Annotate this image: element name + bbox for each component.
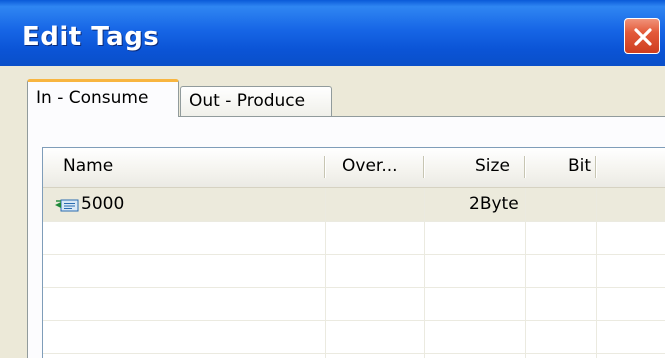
column-header-over[interactable]: Over... (342, 148, 398, 186)
column-header-size[interactable]: Size (475, 148, 510, 186)
title-bar[interactable]: Edit Tags (0, 0, 665, 66)
close-button[interactable] (624, 18, 660, 54)
edit-tags-dialog: Edit Tags In - Consume Out - Produce Nam… (0, 0, 665, 358)
column-header-bit[interactable]: Bit (568, 148, 591, 186)
row-size: 2Byte (469, 194, 519, 214)
grid-line (43, 254, 665, 255)
column-header-name[interactable]: Name (63, 148, 113, 186)
grid-line (43, 320, 665, 321)
column-divider[interactable] (324, 156, 326, 178)
grid-line (525, 188, 526, 358)
grid-line (43, 287, 665, 288)
tab-out-produce-label: Out - Produce (189, 91, 306, 111)
close-icon (634, 28, 652, 46)
grid-line (43, 221, 665, 222)
list-header: Name Over... Size Bit (43, 148, 665, 188)
column-divider[interactable] (423, 156, 425, 178)
tab-in-consume[interactable]: In - Consume (27, 79, 179, 117)
grid-line (596, 188, 597, 358)
tab-out-produce[interactable]: Out - Produce (180, 86, 332, 116)
grid-line (325, 188, 326, 358)
grid-line (424, 188, 425, 358)
tag-icon (55, 197, 79, 213)
window-title: Edit Tags (22, 22, 160, 52)
column-divider[interactable] (595, 156, 597, 178)
tab-in-consume-label: In - Consume (36, 88, 149, 108)
grid-line (43, 353, 665, 354)
column-divider[interactable] (524, 156, 526, 178)
tags-list-view[interactable]: Name Over... Size Bit 5000 2Byte (42, 147, 665, 358)
row-name: 5000 (81, 194, 125, 214)
table-row[interactable]: 5000 2Byte (43, 188, 665, 221)
